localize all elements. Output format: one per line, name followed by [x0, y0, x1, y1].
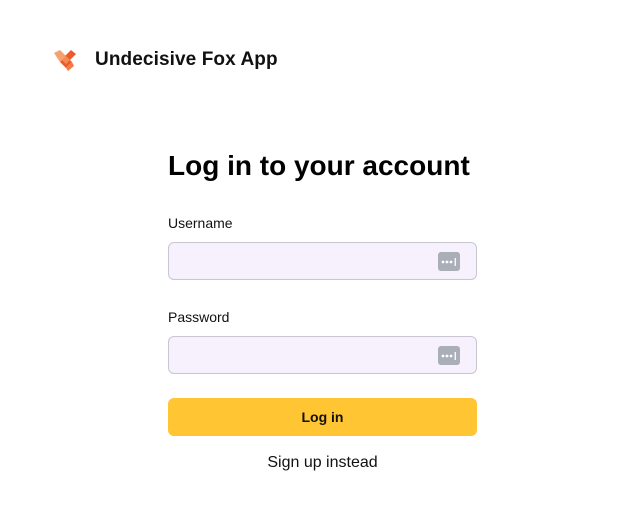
page-title: Log in to your account: [168, 150, 470, 181]
login-page: Undecisive Fox App Log in to your accoun…: [0, 0, 644, 527]
password-field-wrapper: [168, 336, 477, 374]
password-manager-icon[interactable]: [438, 346, 460, 365]
username-label: Username: [168, 215, 233, 231]
login-form: Log in to your account Username Password: [168, 146, 477, 472]
fox-logo-icon: [54, 50, 76, 71]
signup-link[interactable]: Sign up instead: [168, 454, 477, 472]
password-manager-icon[interactable]: [438, 252, 460, 271]
username-input[interactable]: [169, 243, 476, 279]
password-label: Password: [168, 309, 230, 325]
app-header: Undecisive Fox App: [52, 44, 278, 76]
username-field-wrapper: [168, 242, 477, 280]
app-title: Undecisive Fox App: [95, 49, 278, 70]
login-button[interactable]: Log in: [168, 398, 477, 436]
password-input[interactable]: [169, 337, 476, 373]
